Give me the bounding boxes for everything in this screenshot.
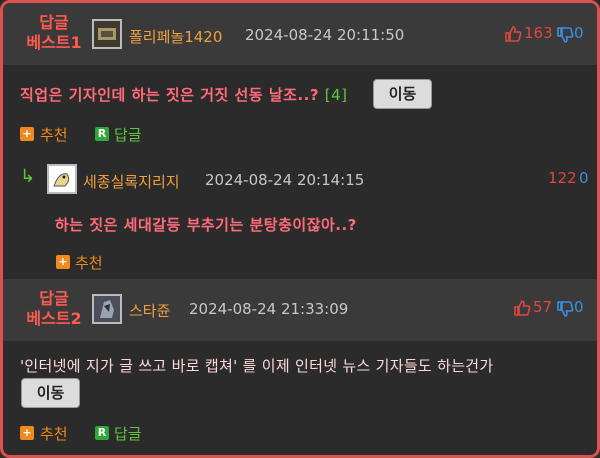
- comment-date: 2024-08-24 20:11:50: [245, 26, 405, 44]
- avatar[interactable]: [92, 294, 122, 324]
- thumbs-up-icon[interactable]: [504, 25, 522, 43]
- plus-badge-icon[interactable]: +: [56, 255, 70, 269]
- downvote-count: 0: [574, 24, 584, 42]
- reply-button[interactable]: 답글: [114, 423, 142, 444]
- thumbs-up-icon[interactable]: [513, 299, 531, 317]
- comment-text: 직업은 기자인데 하는 짓은 거짓 선동 날조..? [4]: [20, 84, 348, 105]
- comment-text: '인터넷에 지가 글 쓰고 바로 캡쳐' 를 이제 인터넷 뉴스 기자들도 하는…: [20, 357, 494, 375]
- plus-badge-icon[interactable]: +: [20, 426, 34, 440]
- downvote-count: 0: [574, 298, 584, 316]
- reply-upvote-count[interactable]: 122: [548, 169, 577, 187]
- best-badge-2: 답글 베스트2: [21, 289, 87, 329]
- thumbs-down-icon[interactable]: [556, 26, 574, 44]
- reply-count-link[interactable]: [4]: [325, 86, 348, 104]
- move-button[interactable]: 이동: [373, 79, 432, 109]
- upvote-count: 163: [524, 24, 553, 42]
- move-button[interactable]: 이동: [21, 378, 80, 408]
- best-label-line1: 답글: [39, 289, 69, 308]
- reply-arrow-icon: ↳: [20, 166, 36, 187]
- comment-list: 답글 베스트1 폴리페놀1420 2024-08-24 20:11:50 163…: [0, 0, 600, 458]
- reply-recommend-button[interactable]: 추천: [75, 252, 103, 273]
- nickname[interactable]: 스타쥰: [129, 300, 170, 321]
- reply-avatar[interactable]: [47, 164, 77, 194]
- recommend-button[interactable]: 추천: [40, 423, 68, 444]
- reply-text: 하는 짓은 세대갈등 부추기는 분탕충이잖아..?: [55, 216, 357, 234]
- thumbs-down-icon[interactable]: [556, 300, 574, 318]
- comment-text-content: 직업은 기자인데 하는 짓은 거짓 선동 날조..?: [20, 86, 320, 104]
- recommend-button[interactable]: 추천: [40, 124, 68, 145]
- plus-badge-icon[interactable]: +: [20, 127, 34, 141]
- reply-nickname[interactable]: 세종실록지리지: [83, 171, 180, 192]
- best-label-line2: 베스트2: [26, 309, 82, 328]
- reply-date: 2024-08-24 20:14:15: [205, 171, 365, 189]
- upvote-count: 57: [533, 298, 553, 316]
- comment-date: 2024-08-24 21:33:09: [189, 300, 349, 318]
- nickname[interactable]: 폴리페놀1420: [129, 26, 222, 47]
- reply-badge-icon[interactable]: R: [95, 127, 109, 141]
- best-label-line1: 답글: [39, 13, 69, 32]
- reply-badge-icon[interactable]: R: [95, 426, 109, 440]
- best-label-line2: 베스트1: [26, 33, 82, 52]
- reply-downvote-count[interactable]: 0: [579, 169, 589, 187]
- best-badge-1: 답글 베스트1: [21, 13, 87, 53]
- avatar[interactable]: [92, 19, 122, 49]
- reply-button[interactable]: 답글: [114, 124, 142, 145]
